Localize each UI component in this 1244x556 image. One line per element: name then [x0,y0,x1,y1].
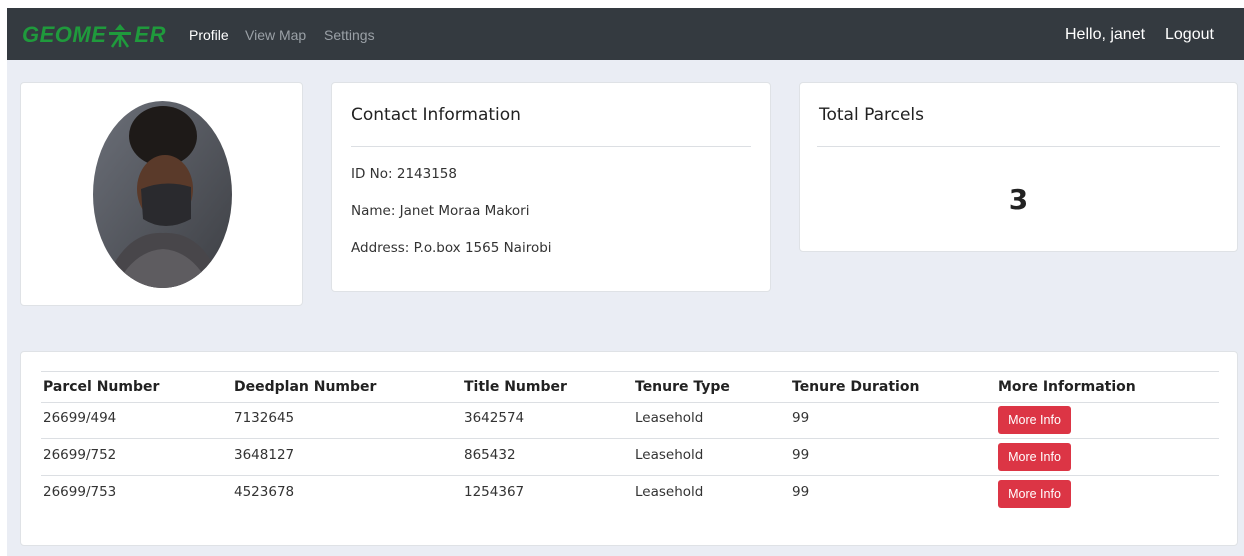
brand-logo[interactable]: GEOME ER [22,22,166,48]
row-rule [41,438,1219,439]
total-parcels-title: Total Parcels [819,105,925,125]
logo-text-right: ER [134,22,166,47]
total-parcels-card: Total Parcels 3 [799,82,1238,252]
nav-view-map[interactable]: View Map [245,27,306,43]
nav-profile[interactable]: Profile [189,27,229,43]
more-info-button[interactable]: More Info [998,480,1071,508]
contact-card: Contact Information ID No: 2143158 Name:… [331,82,771,292]
cell-parcel-number: 26699/752 [43,447,117,463]
profile-photo [93,101,232,288]
cell-tenure-duration: 99 [792,410,810,426]
contact-divider [351,146,751,147]
cell-title-number: 865432 [464,447,516,463]
header-tenure-duration: Tenure Duration [792,379,920,395]
cell-tenure-type: Leasehold [635,484,704,500]
cell-title-number: 3642574 [464,410,525,426]
cell-tenure-type: Leasehold [635,447,704,463]
nav-settings[interactable]: Settings [324,27,375,43]
cell-title-number: 1254367 [464,484,525,500]
cell-tenure-duration: 99 [792,447,810,463]
full-name: Name: Janet Moraa Makori [351,203,530,219]
cell-parcel-number: 26699/494 [43,410,117,426]
id-number: ID No: 2143158 [351,166,457,182]
table-top-rule [41,371,1219,372]
parcels-table: Parcel Number Deedplan Number Title Numb… [20,351,1238,546]
header-more-information: More Information [998,379,1136,395]
avatar-card [20,82,303,306]
parcels-divider [817,146,1220,147]
cell-tenure-type: Leasehold [635,410,704,426]
cell-parcel-number: 26699/753 [43,484,117,500]
cell-deedplan-number: 3648127 [234,447,295,463]
contact-title: Contact Information [351,105,521,125]
header-deedplan-number: Deedplan Number [234,379,377,395]
more-info-button[interactable]: More Info [998,443,1071,471]
user-greeting: Hello, janet [1065,26,1146,43]
surveyor-icon [109,24,132,48]
total-parcels-count: 3 [1008,183,1029,216]
more-info-button[interactable]: More Info [998,406,1071,434]
header-title-number: Title Number [464,379,567,395]
header-tenure-type: Tenure Type [635,379,730,395]
cell-deedplan-number: 7132645 [234,410,295,426]
cell-tenure-duration: 99 [792,484,810,500]
header-parcel-number: Parcel Number [43,379,160,395]
header-rule [41,402,1219,403]
address: Address: P.o.box 1565 Nairobi [351,240,552,256]
cell-deedplan-number: 4523678 [234,484,295,500]
logo-text-left: GEOME [22,22,107,47]
row-rule [41,475,1219,476]
navbar: GEOME ER Profile View Map Settings Hello… [7,8,1244,60]
logout-link[interactable]: Logout [1165,26,1214,44]
